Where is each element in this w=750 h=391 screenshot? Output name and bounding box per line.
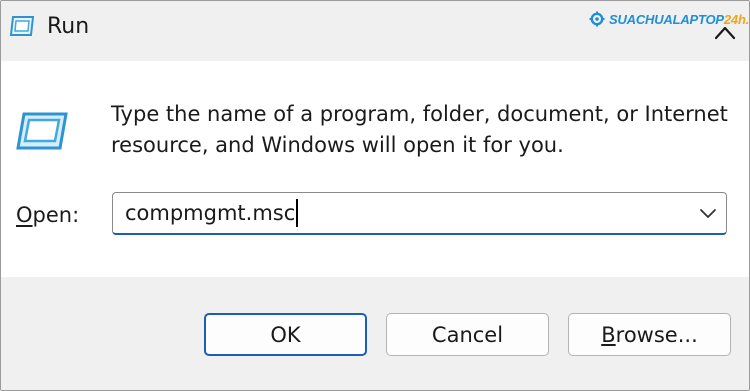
text-caret (296, 199, 298, 227)
chevron-down-icon[interactable] (699, 205, 717, 221)
run-dialog-icon (9, 16, 35, 36)
dialog-body: Type the name of a program, folder, docu… (1, 61, 749, 277)
window-title: Run (47, 14, 90, 39)
cancel-button[interactable]: Cancel (386, 313, 549, 356)
browse-accelerator: B (601, 322, 616, 347)
open-label: Open: (16, 201, 79, 229)
description-line-1: Type the name of a program, folder, docu… (111, 102, 728, 126)
run-dialog-icon (16, 112, 68, 150)
title-bar[interactable]: Run SUACHUALAPTOP24h.com (1, 1, 749, 61)
open-input[interactable] (125, 199, 685, 227)
watermark-text: SUACHUALAPTOP (609, 11, 724, 27)
open-combobox[interactable] (112, 192, 727, 235)
open-label-text: pen: (32, 203, 80, 227)
ok-button[interactable]: OK (204, 313, 367, 356)
gear-icon (589, 11, 605, 27)
close-icon[interactable] (711, 19, 739, 47)
browse-label: rowse... (615, 322, 698, 347)
run-dialog: Run SUACHUALAPTOP24h.com Type the name o… (0, 0, 750, 391)
description-line-2: resource, and Windows will open it for y… (111, 133, 564, 157)
open-label-accelerator: O (16, 203, 33, 227)
browse-button[interactable]: Browse... (568, 313, 731, 356)
dialog-description: Type the name of a program, folder, docu… (111, 99, 731, 161)
button-bar: OK Cancel Browse... (1, 277, 749, 390)
